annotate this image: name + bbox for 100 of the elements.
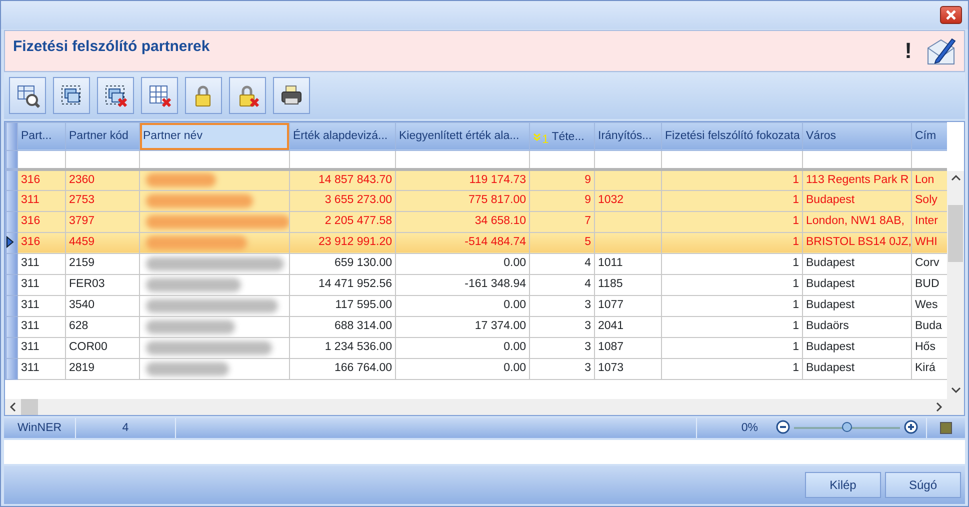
grid-search-icon <box>14 82 40 109</box>
table-cell: 1011 <box>594 253 662 274</box>
table-cell: 4459 <box>66 232 140 254</box>
unlock-button[interactable] <box>229 77 266 114</box>
table-cell: Budapest <box>802 274 912 296</box>
table-cell: 311 <box>18 274 66 296</box>
table-cell: 2 205 477.58 <box>290 211 396 232</box>
table-cell: 1 <box>662 295 802 316</box>
table-cell: 1 <box>662 274 802 296</box>
table-cell: 311 <box>18 316 66 338</box>
print-button[interactable] <box>273 77 310 114</box>
table-cell: 1032 <box>594 190 662 212</box>
table-cell: 0.00 <box>396 337 530 358</box>
table-cell: 311 <box>18 190 66 212</box>
zoom-in-icon[interactable] <box>904 420 918 434</box>
table-cell: FER03 <box>66 274 140 296</box>
table-cell: Budapest <box>802 358 912 380</box>
table-cell: 3 <box>530 337 594 358</box>
table-cell: 34 658.10 <box>396 211 530 232</box>
column-header[interactable]: Irányítós... <box>594 122 662 150</box>
table-cell: Budapest <box>802 337 912 358</box>
table-cell: 14 857 843.70 <box>290 169 396 190</box>
table-cell: 1087 <box>594 337 662 358</box>
redacted-area <box>146 173 216 188</box>
table-cell: 1 <box>662 337 802 358</box>
table-cell: 117 595.00 <box>290 295 396 316</box>
table-cell: 1 <box>662 211 802 232</box>
table-cell: 688 314.00 <box>290 316 396 338</box>
table-cell: Inter <box>912 211 948 232</box>
column-header[interactable]: Partner kód <box>66 122 140 150</box>
table-cell: 5 <box>530 232 594 254</box>
table-cell: 1 234 536.00 <box>290 337 396 358</box>
table-cell: 3 655 273.00 <box>290 190 396 212</box>
column-header[interactable]: Partner név <box>140 122 290 150</box>
table-cell: 311 <box>18 253 66 274</box>
dialog-button[interactable]: Súgó <box>885 472 961 498</box>
close-button[interactable] <box>940 6 962 24</box>
table-cell: London, NW1 8AB, <box>802 211 912 232</box>
table-cell: 1 <box>662 316 802 338</box>
table-cell: 3 <box>530 316 594 338</box>
lock-button[interactable] <box>185 77 222 114</box>
table-cell: 3540 <box>66 295 140 316</box>
zoom-reading: 0% <box>741 420 758 436</box>
row-pointer-icon <box>6 236 14 248</box>
table-cell: COR00 <box>66 337 140 358</box>
table-cell: 3 <box>530 358 594 380</box>
status-text: WinNER <box>17 420 62 436</box>
scroll-thumb[interactable] <box>948 204 963 262</box>
table-cell: 316 <box>18 232 66 254</box>
table-cell: 2753 <box>66 190 140 212</box>
column-header[interactable]: 1 Téte... <box>530 122 594 150</box>
table-cell: 316 <box>18 211 66 232</box>
table-cell: 0.00 <box>396 253 530 274</box>
window-title: Fizetési felszólító partnerek <box>13 36 210 57</box>
table-cell: WHI <box>912 232 948 254</box>
column-header[interactable]: Part... <box>18 122 66 150</box>
column-header[interactable]: Kiegyenlített érték ala... <box>396 122 530 150</box>
table-cell: 0.00 <box>396 295 530 316</box>
table-cell: Budapest <box>802 253 912 274</box>
table-cell: 2159 <box>66 253 140 274</box>
table-cell: 23 912 991.20 <box>290 232 396 254</box>
table-cell: 1077 <box>594 295 662 316</box>
table-cell: 2041 <box>594 316 662 338</box>
square-icon <box>940 422 952 434</box>
table-cell: 113 Regents Park R <box>802 169 912 190</box>
table-cell: 3797 <box>66 211 140 232</box>
preview-button[interactable] <box>9 77 46 114</box>
status-count: 4 <box>122 420 129 436</box>
dialog-button[interactable]: Kilép <box>805 472 881 498</box>
table-cell: 1185 <box>594 274 662 296</box>
table-cell: Soly <box>912 190 948 212</box>
table-cell: 4 <box>530 253 594 274</box>
table-cell: 0.00 <box>396 358 530 380</box>
clear-grid-button[interactable] <box>141 77 178 114</box>
table-cell: -514 484.74 <box>396 232 530 254</box>
table-cell: 311 <box>18 337 66 358</box>
zoom-out-icon[interactable] <box>776 420 790 434</box>
table-cell: Budapest <box>802 190 912 212</box>
deselect-button[interactable] <box>97 77 134 114</box>
envelope-pen-icon <box>926 36 956 66</box>
table-cell: 775 817.00 <box>396 190 530 212</box>
select-all-button[interactable] <box>53 77 90 114</box>
table-cell: 1 <box>662 253 802 274</box>
close-icon <box>946 10 956 20</box>
table-cell: 1073 <box>594 358 662 380</box>
table-cell: 659 130.00 <box>290 253 396 274</box>
windows-delete-icon <box>102 82 128 109</box>
slider-thumb[interactable] <box>842 422 852 432</box>
scroll-thumb[interactable] <box>21 399 38 416</box>
table-cell: -161 348.94 <box>396 274 530 296</box>
column-header[interactable]: Érték alapdevizá... <box>290 122 396 150</box>
table-cell: 1 <box>662 169 802 190</box>
table-cell: 4 <box>530 274 594 296</box>
sort-chevrons-icon <box>533 132 541 141</box>
column-header[interactable]: Cím <box>912 122 948 150</box>
table-cell: 1 <box>662 190 802 212</box>
column-header[interactable]: Fizetési felszólító fokozata <box>662 122 802 150</box>
column-header[interactable]: Város <box>802 122 912 150</box>
table-cell: Budapest <box>802 295 912 316</box>
table-cell: 3 <box>530 295 594 316</box>
